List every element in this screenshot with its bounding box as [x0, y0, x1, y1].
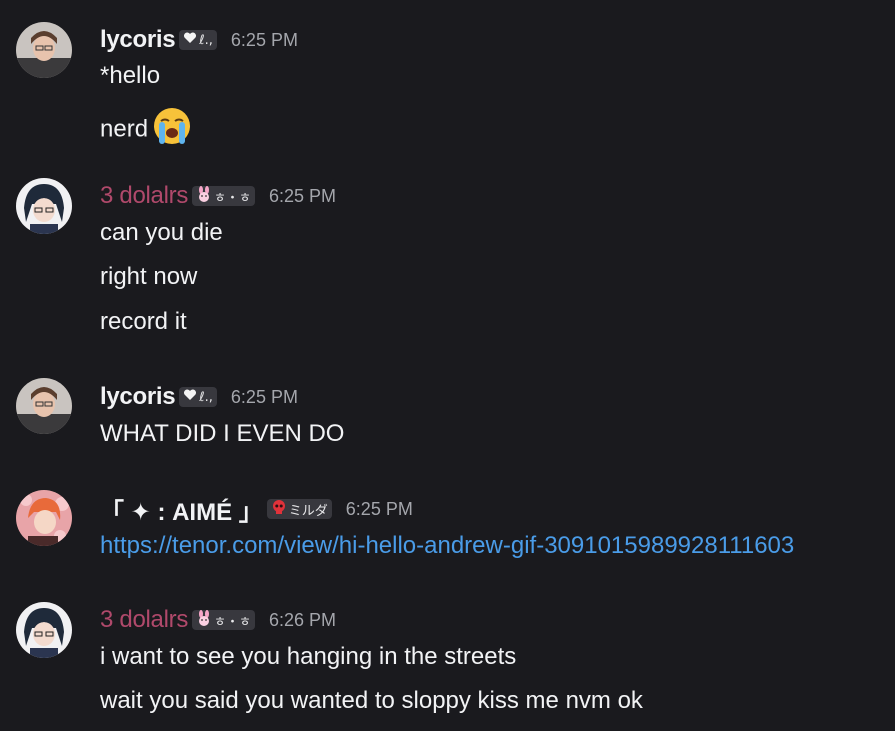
message-line: https://tenor.com/view/hi-hello-andrew-g… [100, 531, 794, 561]
message-text: nerd [100, 115, 149, 143]
avatar[interactable] [16, 490, 72, 546]
message-header: 3 dolalrs ㅎ・ㅎ 6:25 PM [100, 181, 336, 211]
tenor-link[interactable]: https://tenor.com/view/hi-hello-andrew-g… [100, 532, 794, 559]
message-header: 「 ✦ : AIMÉ 」 ミルダ 6:25 PM [100, 492, 413, 527]
message-text: i want to see you hanging in the streets [100, 643, 517, 670]
message-text: *hello [100, 62, 161, 89]
message-text: can you die [100, 219, 223, 246]
loudly-crying-face-icon [152, 106, 192, 154]
timestamp[interactable]: 6:26 PM [269, 610, 336, 631]
guild-tag[interactable]: ℓ., [179, 387, 217, 407]
message-line: nerd [100, 106, 192, 154]
message-text: WHAT DID I EVEN DO [100, 420, 345, 447]
timestamp[interactable]: 6:25 PM [231, 387, 298, 408]
guild-tag[interactable]: ㅎ・ㅎ [192, 610, 255, 630]
guild-tag-text: ミルダ [288, 503, 328, 519]
message-header: lycoris ℓ., 6:25 PM [100, 25, 298, 55]
bunny-icon [196, 186, 212, 206]
username[interactable]: lycoris [100, 26, 176, 54]
avatar[interactable] [16, 602, 72, 658]
username[interactable]: 3 dolalrs [100, 606, 188, 634]
guild-tag[interactable]: ㅎ・ㅎ [192, 186, 255, 206]
username[interactable]: 3 dolalrs [100, 182, 188, 210]
avatar[interactable] [16, 378, 72, 434]
guild-tag-text: ℓ., [199, 32, 213, 48]
heart-icon [183, 389, 197, 405]
avatar[interactable] [16, 178, 72, 234]
guild-tag[interactable]: ミルダ [266, 499, 332, 519]
guild-tag[interactable]: ℓ., [179, 30, 217, 50]
bunny-icon [196, 610, 212, 630]
username[interactable]: lycoris [100, 383, 176, 411]
guild-tag-text: ㅎ・ㅎ [214, 190, 251, 206]
heart-icon [183, 32, 197, 48]
timestamp[interactable]: 6:25 PM [231, 30, 298, 51]
message-text: record it [100, 308, 187, 335]
timestamp[interactable]: 6:25 PM [346, 499, 413, 520]
guild-tag-text: ㅎ・ㅎ [214, 614, 251, 630]
skull-icon [271, 499, 287, 519]
message-header: 3 dolalrs ㅎ・ㅎ 6:26 PM [100, 605, 336, 635]
guild-tag-text: ℓ., [199, 389, 213, 405]
message-text: right now [100, 263, 198, 290]
avatar[interactable] [16, 22, 72, 78]
message-header: lycoris ℓ., 6:25 PM [100, 382, 298, 412]
username[interactable]: 「 ✦ : AIMÉ 」 [100, 492, 263, 527]
timestamp[interactable]: 6:25 PM [269, 186, 336, 207]
message-text: wait you said you wanted to sloppy kiss … [100, 687, 643, 714]
